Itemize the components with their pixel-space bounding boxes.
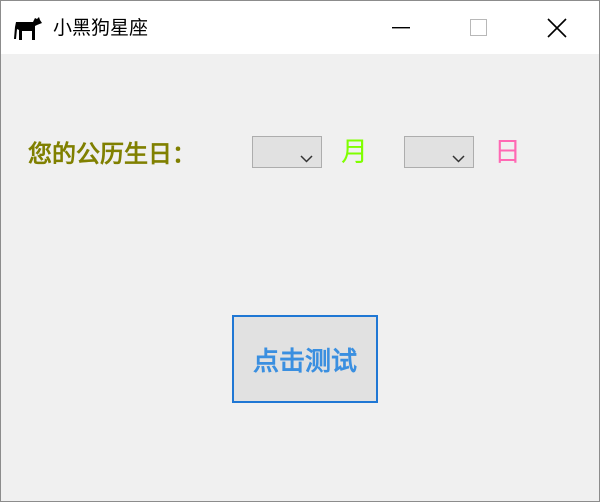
- chevron-down-icon: [300, 148, 313, 167]
- day-unit-label: 日: [494, 137, 521, 168]
- maximize-icon: [470, 18, 488, 37]
- birthday-label: 您的公历生日：: [28, 139, 196, 168]
- maximize-button[interactable]: [445, 1, 513, 54]
- chevron-down-icon: [452, 148, 465, 167]
- day-select[interactable]: [404, 136, 474, 168]
- black-dog-icon: [13, 14, 43, 42]
- month-unit-label: 月: [341, 137, 368, 168]
- test-button[interactable]: 点击测试: [232, 315, 378, 403]
- app-window: 小黑狗星座 您的公历生日： 月 日 点击测试: [0, 0, 600, 502]
- title-bar[interactable]: 小黑狗星座: [1, 1, 599, 54]
- minimize-button[interactable]: [367, 1, 435, 54]
- close-icon: [547, 17, 567, 38]
- minimize-icon: [392, 26, 410, 29]
- main-panel: 您的公历生日： 月 日 点击测试: [1, 54, 599, 501]
- close-button[interactable]: [523, 1, 591, 54]
- window-title: 小黑狗星座: [53, 17, 149, 39]
- month-select[interactable]: [252, 136, 322, 168]
